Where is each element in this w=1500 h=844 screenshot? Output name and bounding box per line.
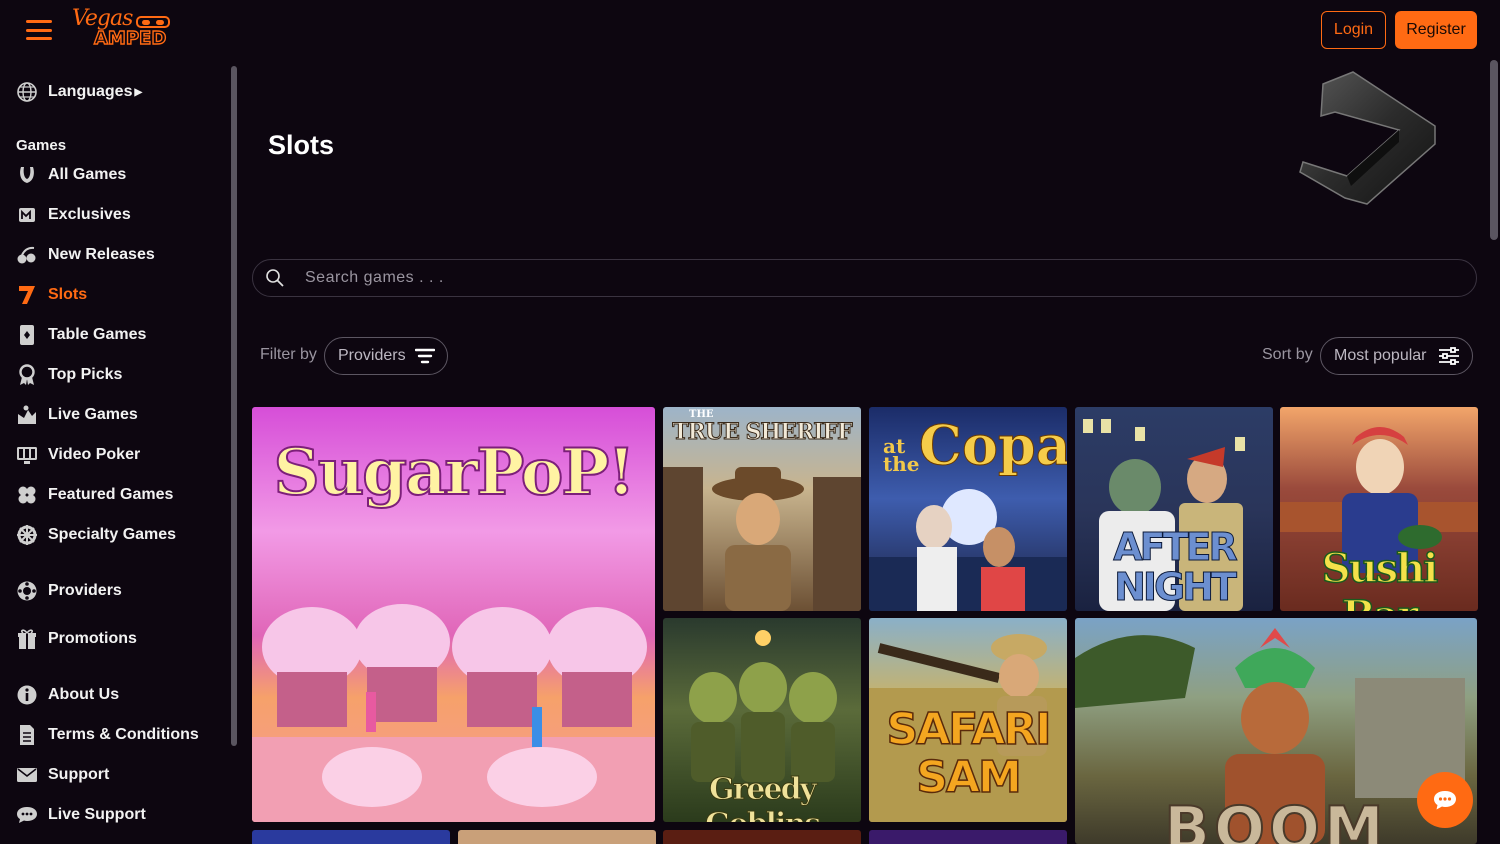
- sidebar-item-label: Live Games: [48, 406, 138, 423]
- filter-icon: [415, 348, 435, 364]
- sidebar-item-featured-games[interactable]: Featured Games: [16, 481, 173, 509]
- providers-filter-value: Providers: [338, 347, 406, 364]
- seven-icon: [16, 284, 38, 306]
- chat-bubble-icon: [16, 804, 38, 826]
- game-title: Sushi Bar: [1321, 544, 1439, 611]
- live-dealer-icon: [16, 404, 38, 426]
- video-poker-icon: [16, 444, 38, 466]
- sidebar-item-live-games[interactable]: Live Games: [16, 401, 138, 429]
- sidebar-item-exclusives[interactable]: Exclusives: [16, 201, 131, 229]
- horseshoe-icon: [16, 164, 38, 186]
- caret-right-icon: ▶: [134, 86, 143, 98]
- clover-icon: [16, 484, 38, 506]
- game-tile-at-the-copa[interactable]: at the Copa: [869, 407, 1067, 611]
- main-scrollbar[interactable]: [1490, 60, 1498, 240]
- game-title: Greedy Goblins: [704, 772, 821, 823]
- info-icon: [16, 684, 38, 706]
- game-tile-after-night-falls[interactable]: AFTER NIGHT FALLS: [1075, 407, 1273, 611]
- game-title: TRUE SHERIFF: [672, 419, 854, 446]
- sidebar-item-label: Specialty Games: [48, 526, 177, 543]
- sidebar-item-all-games[interactable]: All Games: [16, 161, 126, 189]
- game-tile-safari-sam[interactable]: SAFARI SAM: [869, 618, 1067, 822]
- sort-label: Sort by: [1262, 346, 1313, 363]
- game-tile-true-sheriff[interactable]: THE TRUE SHERIFF: [663, 407, 861, 611]
- wheel-icon: [16, 524, 38, 546]
- document-icon: [16, 724, 38, 746]
- envelope-icon: [16, 764, 38, 786]
- providers-filter-dropdown[interactable]: Providers: [324, 337, 448, 375]
- game-tile-partial[interactable]: [869, 830, 1067, 844]
- sidebar-item-terms[interactable]: Terms & Conditions: [16, 721, 199, 749]
- sidebar-item-specialty-games[interactable]: Specialty Games: [16, 521, 176, 549]
- search-bar[interactable]: [252, 259, 1477, 297]
- search-icon: [266, 269, 284, 287]
- sidebar-item-about-us[interactable]: About Us: [16, 681, 119, 709]
- sidebar-item-top-picks[interactable]: Top Picks: [16, 361, 122, 389]
- sidebar: Languages ▶ Games All Games Exclusives N…: [0, 60, 240, 844]
- logo-text-bottom: AMPED: [93, 27, 167, 49]
- game-tile-boomanji[interactable]: BOOM: [1075, 618, 1477, 844]
- logo-mask-icon: [136, 16, 170, 28]
- games-heading: Games: [16, 137, 67, 154]
- game-title: SAFARI SAM: [886, 704, 1053, 803]
- sidebar-item-label: Slots: [48, 286, 88, 303]
- register-button[interactable]: Register: [1395, 11, 1477, 49]
- exclusive-badge-icon: [16, 204, 38, 226]
- sidebar-item-label: Languages: [48, 83, 133, 100]
- sidebar-scrollbar[interactable]: [231, 66, 237, 746]
- game-title: AFTER NIGHT FALLS: [1113, 525, 1239, 612]
- globe-icon: [16, 81, 38, 103]
- sort-dropdown[interactable]: Most popular: [1320, 337, 1473, 375]
- sidebar-item-languages[interactable]: Languages ▶: [16, 78, 142, 106]
- sidebar-item-label: All Games: [48, 166, 127, 183]
- game-tile-greedy-goblins[interactable]: Greedy Goblins: [663, 618, 861, 822]
- sidebar-item-support[interactable]: Support: [16, 761, 109, 789]
- cherries-icon: [16, 244, 38, 266]
- sidebar-item-video-poker[interactable]: Video Poker: [16, 441, 140, 469]
- filter-label: Filter by: [260, 346, 317, 363]
- sidebar-item-label: Promotions: [48, 630, 137, 647]
- gift-icon: [16, 628, 38, 650]
- sidebar-item-label: Support: [48, 766, 110, 783]
- chat-icon: [1434, 791, 1456, 810]
- page-title: Slots: [268, 130, 335, 160]
- live-chat-button[interactable]: [1417, 772, 1473, 828]
- sidebar-item-label: Terms & Conditions: [48, 726, 199, 743]
- game-title: SugarPoP!: [273, 434, 637, 511]
- sidebar-item-label: Exclusives: [48, 206, 131, 223]
- sidebar-item-live-support[interactable]: Live Support: [16, 801, 146, 829]
- sidebar-item-label: New Releases: [48, 246, 155, 263]
- game-tile-partial[interactable]: [252, 830, 450, 844]
- sliders-icon: [1439, 347, 1459, 365]
- seven-hero-icon: [1299, 71, 1436, 205]
- sidebar-item-label: Table Games: [48, 326, 147, 343]
- top-bar: Vegas AMPED Login Register: [0, 0, 1500, 60]
- login-button[interactable]: Login: [1321, 11, 1386, 49]
- game-tile-sushi-bar[interactable]: Sushi Bar: [1280, 407, 1478, 611]
- game-tile-partial[interactable]: [663, 830, 861, 844]
- sidebar-item-promotions[interactable]: Promotions: [16, 625, 137, 653]
- sidebar-item-table-games[interactable]: Table Games: [16, 321, 146, 349]
- card-icon: [16, 324, 38, 346]
- sidebar-item-slots[interactable]: Slots: [16, 281, 87, 309]
- chip-icon: [16, 580, 38, 602]
- sidebar-item-label: Live Support: [48, 806, 146, 823]
- sidebar-item-label: Top Picks: [48, 366, 123, 383]
- game-tile-sugar-pop[interactable]: SugarPoP!: [252, 407, 655, 822]
- sidebar-item-label: Providers: [48, 582, 122, 599]
- vegas-amped-logo[interactable]: Vegas AMPED: [72, 4, 172, 52]
- game-tile-partial[interactable]: [458, 830, 656, 844]
- sidebar-item-label: Featured Games: [48, 486, 174, 503]
- menu-icon[interactable]: [26, 20, 52, 40]
- sidebar-item-label: About Us: [48, 686, 120, 703]
- sidebar-item-new-releases[interactable]: New Releases: [16, 241, 155, 269]
- award-icon: [16, 364, 38, 386]
- sort-value: Most popular: [1334, 347, 1427, 364]
- game-title: Copa: [919, 413, 1068, 478]
- sidebar-item-label: Video Poker: [48, 446, 141, 463]
- sidebar-item-providers[interactable]: Providers: [16, 577, 122, 605]
- search-input[interactable]: [305, 269, 1476, 287]
